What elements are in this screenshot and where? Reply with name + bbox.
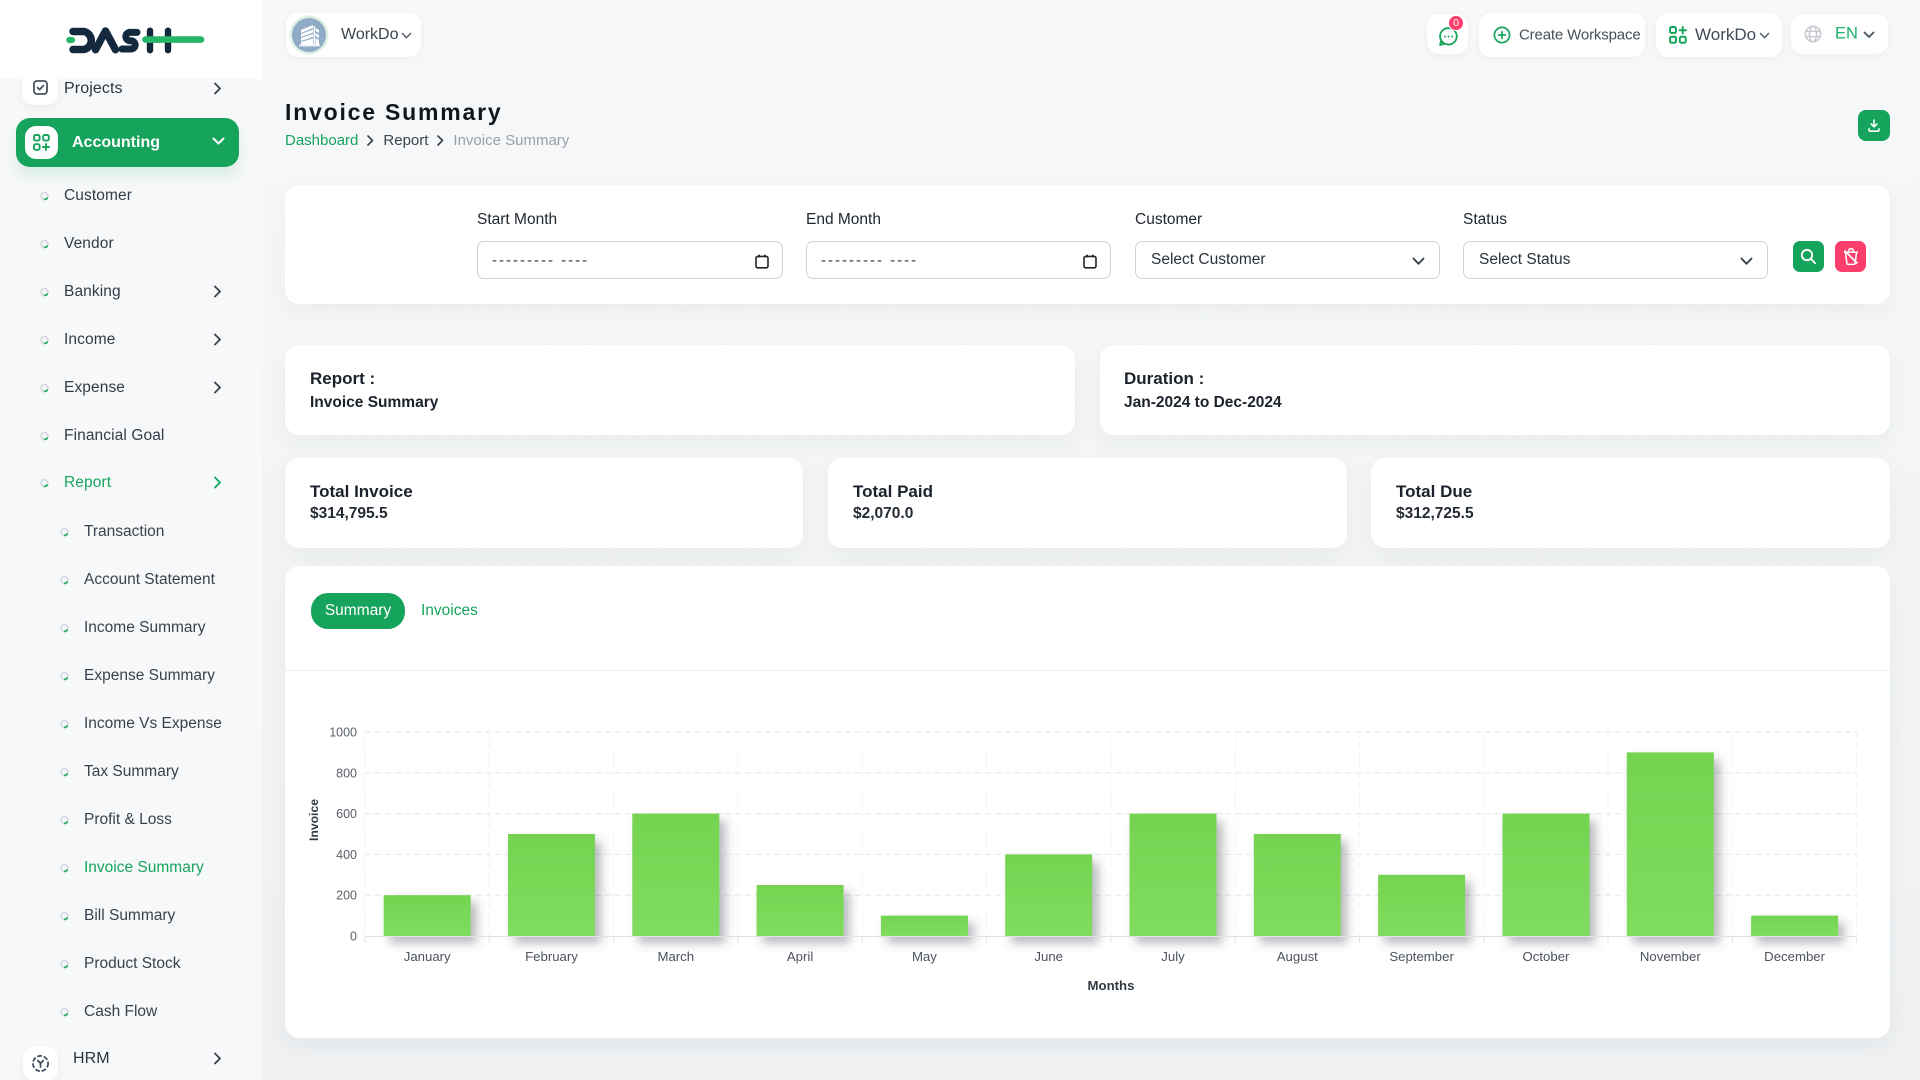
- svg-text:November: November: [1640, 949, 1701, 964]
- svg-text:Months: Months: [1088, 978, 1135, 993]
- svg-text:October: October: [1523, 949, 1571, 964]
- svg-text:July: July: [1161, 949, 1185, 964]
- svg-text:April: April: [787, 949, 813, 964]
- svg-text:600: 600: [336, 807, 357, 821]
- svg-text:August: August: [1277, 949, 1318, 964]
- svg-text:January: January: [404, 949, 451, 964]
- svg-text:0: 0: [350, 930, 357, 944]
- svg-text:Invoice: Invoice: [307, 799, 321, 841]
- svg-text:400: 400: [336, 848, 357, 862]
- svg-text:December: December: [1764, 949, 1825, 964]
- svg-text:1000: 1000: [329, 726, 357, 740]
- svg-text:June: June: [1034, 949, 1063, 964]
- svg-text:February: February: [525, 949, 578, 964]
- svg-text:September: September: [1389, 949, 1454, 964]
- svg-text:200: 200: [336, 889, 357, 903]
- svg-text:May: May: [912, 949, 937, 964]
- svg-text:March: March: [657, 949, 694, 964]
- svg-text:800: 800: [336, 766, 357, 780]
